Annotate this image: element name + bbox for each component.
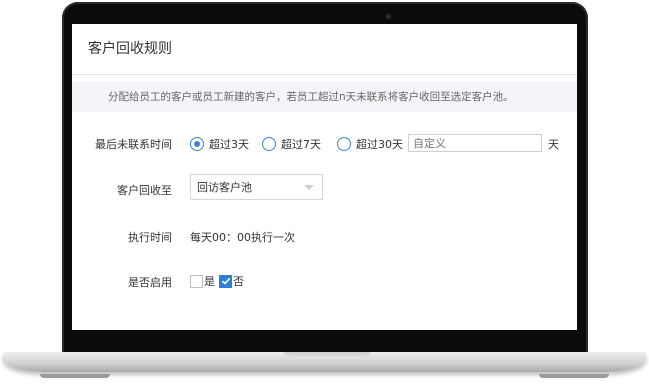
enabled-yes-checkbox[interactable]: 是 xyxy=(190,273,215,289)
radio-unchecked-icon xyxy=(262,137,276,151)
notice-text: 分配给员工的客户或员工新建的客户，若员工超过n天未联系将客户收回至选定客户池。 xyxy=(108,91,514,103)
enabled-no-checkbox[interactable]: 否 xyxy=(219,273,244,289)
header-divider xyxy=(72,74,577,75)
radio-30-days[interactable]: 超过30天 xyxy=(337,136,403,152)
recycle-to-row: 客户回收至 回访客户池 xyxy=(72,174,577,202)
enabled-label: 是否启用 xyxy=(128,276,172,289)
last-contact-row: 最后未联系时间 超过3天 超过7天 超过30天 天 xyxy=(72,134,577,154)
enabled-row: 是否启用 是 否 xyxy=(72,273,577,293)
radio-7-days-label: 超过7天 xyxy=(281,138,321,151)
recycle-pool-select[interactable]: 回访客户池 xyxy=(190,174,323,200)
laptop-frame: 客户回收规则 分配给员工的客户或员工新建的客户，若员工超过n天未联系将客户收回至… xyxy=(0,0,649,392)
exec-time-value: 每天00：00执行一次 xyxy=(190,231,295,244)
radio-unchecked-icon xyxy=(337,137,351,151)
laptop-notch xyxy=(284,352,370,359)
radio-checked-icon xyxy=(190,137,204,151)
checkbox-checked-icon xyxy=(219,274,232,288)
exec-time-row: 执行时间 每天00：00执行一次 xyxy=(72,229,577,249)
checkbox-unchecked-icon xyxy=(190,274,203,288)
laptop-base xyxy=(3,352,646,372)
laptop-foot-right xyxy=(539,374,609,378)
chevron-down-icon xyxy=(304,185,314,190)
radio-30-days-label: 超过30天 xyxy=(356,138,403,151)
enabled-no-label: 否 xyxy=(233,275,244,288)
camera-icon xyxy=(386,14,391,19)
radio-3-days-label: 超过3天 xyxy=(209,138,249,151)
recycle-pool-value: 回访客户池 xyxy=(197,181,252,194)
page-title: 客户回收规则 xyxy=(88,41,172,57)
enabled-yes-label: 是 xyxy=(204,275,215,288)
custom-days-input[interactable] xyxy=(408,134,542,152)
screen: 客户回收规则 分配给员工的客户或员工新建的客户，若员工超过n天未联系将客户收回至… xyxy=(72,24,577,330)
laptop-foot-left xyxy=(40,374,110,378)
days-unit-label: 天 xyxy=(548,138,559,151)
recycle-to-label: 客户回收至 xyxy=(117,184,172,197)
radio-3-days[interactable]: 超过3天 xyxy=(190,136,249,152)
radio-7-days[interactable]: 超过7天 xyxy=(262,136,321,152)
exec-time-label: 执行时间 xyxy=(128,231,172,244)
notice-banner: 分配给员工的客户或员工新建的客户，若员工超过n天未联系将客户收回至选定客户池。 xyxy=(72,82,577,112)
last-contact-label: 最后未联系时间 xyxy=(95,138,172,151)
